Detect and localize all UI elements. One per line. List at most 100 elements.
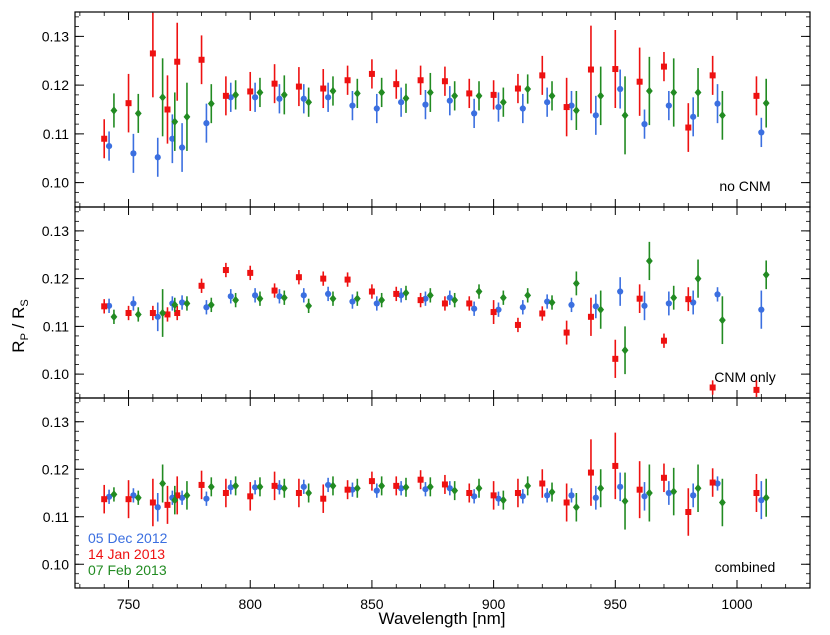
data-point (271, 287, 278, 294)
legend-entry: 05 Dec 2012 (88, 530, 168, 546)
data-point (514, 321, 521, 328)
data-point (320, 495, 327, 502)
data-point (398, 99, 405, 106)
data-point (110, 106, 118, 115)
data-point (295, 490, 302, 496)
data-point (134, 310, 142, 319)
data-point (568, 301, 575, 308)
data-point (203, 495, 210, 502)
data-point (544, 492, 551, 499)
x-tick-label: 800 (239, 596, 263, 612)
data-point (572, 503, 580, 512)
data-point (247, 88, 254, 95)
data-point (685, 124, 692, 131)
data-point (563, 329, 570, 336)
x-axis-label: Wavelength [nm] (379, 609, 506, 628)
data-point (475, 287, 483, 296)
data-point (149, 310, 156, 317)
data-point (368, 478, 375, 485)
panel-frame (74, 397, 811, 589)
data-point (612, 462, 619, 469)
data-point (621, 496, 629, 506)
data-point (207, 99, 215, 108)
data-point (714, 100, 721, 107)
data-point (660, 474, 667, 481)
data-point (572, 106, 580, 115)
data-point (592, 112, 599, 119)
data-point (544, 99, 551, 106)
data-point (325, 290, 332, 298)
data-point (762, 98, 770, 108)
data-point (446, 97, 453, 104)
panel-label: no CNM (719, 178, 770, 194)
data-point (393, 290, 400, 297)
data-point (280, 484, 288, 493)
data-point (548, 91, 556, 101)
data-point (597, 91, 605, 101)
data-point (300, 483, 307, 490)
data-point (441, 300, 448, 307)
data-point (718, 498, 726, 507)
data-point (325, 94, 332, 101)
data-point (471, 305, 478, 312)
data-point (251, 292, 259, 299)
data-point (597, 484, 605, 493)
data-point (499, 97, 507, 107)
data-point (295, 274, 302, 281)
y-tick-label: 0.11 (43, 509, 69, 525)
y-tick-label: 0.13 (42, 223, 69, 239)
data-point (670, 293, 678, 302)
data-point (685, 509, 692, 515)
data-point (344, 77, 351, 84)
data-point (174, 58, 181, 65)
data-point (471, 110, 478, 117)
data-point (203, 120, 210, 127)
data-point (329, 481, 337, 491)
data-point (636, 78, 643, 85)
data-point (645, 256, 653, 266)
y-tick-label: 0.12 (42, 271, 69, 287)
legend: 05 Dec 201214 Jan 201307 Feb 2013 (88, 530, 168, 578)
data-point (539, 310, 546, 317)
data-point (753, 386, 760, 393)
data-point (149, 50, 156, 57)
data-point (198, 56, 205, 63)
data-point (475, 484, 483, 493)
data-point (660, 63, 667, 70)
data-point (393, 81, 400, 88)
data-point (714, 291, 721, 298)
data-point (300, 292, 307, 299)
data-point (617, 288, 624, 295)
data-point (587, 469, 594, 476)
data-point (149, 499, 156, 506)
data-point (563, 499, 570, 506)
data-point (524, 291, 532, 300)
data-point (612, 66, 619, 73)
x-tick-label: 1000 (721, 596, 752, 612)
y-axis-label-sep: / (9, 319, 28, 333)
legend-entry: 14 Jan 2013 (88, 546, 165, 562)
data-point (490, 309, 497, 316)
data-point (641, 302, 648, 309)
data-point (539, 480, 546, 487)
legend-entry: 07 Feb 2013 (88, 562, 167, 578)
data-point (685, 296, 692, 303)
y-axis-label-denom-sub: S (19, 299, 31, 306)
data-point (305, 488, 313, 498)
data-point (539, 72, 546, 79)
data-point (718, 111, 726, 120)
data-point (690, 113, 697, 120)
data-point (524, 84, 532, 94)
data-point (222, 490, 229, 496)
data-point (373, 300, 380, 307)
data-point (325, 481, 332, 489)
y-tick-label: 0.10 (42, 556, 69, 572)
data-point (519, 304, 526, 311)
data-point (402, 483, 410, 492)
data-point (353, 89, 361, 98)
data-point (466, 490, 473, 496)
data-point (247, 269, 254, 276)
data-point (499, 293, 507, 302)
data-point (271, 80, 278, 87)
data-point (417, 77, 424, 84)
